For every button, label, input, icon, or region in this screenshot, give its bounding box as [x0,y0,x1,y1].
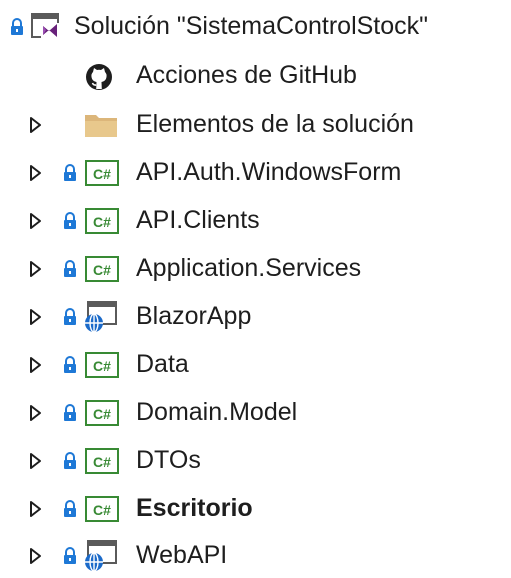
lock-icon [62,307,78,327]
solution-label: Solución "SistemaControlStock" [74,12,429,40]
tree-item-label: WebAPI [136,541,228,569]
tree-item-project[interactable]: C# DTOs [0,439,511,483]
tree-item-project[interactable]: C# API.Auth.WindowsForm [0,151,511,195]
expand-chevron-icon[interactable] [28,115,44,135]
folder-icon [84,112,118,143]
lock-icon [9,17,25,37]
expand-chevron-icon[interactable] [28,451,44,471]
tree-item-project[interactable]: C# Data [0,343,511,387]
tree-item-label: DTOs [136,446,201,474]
tree-item-project[interactable]: C# Domain.Model [0,391,511,435]
tree-item-label: API.Clients [136,206,260,234]
svg-text:C#: C# [93,406,111,422]
expand-chevron-icon[interactable] [28,259,44,279]
expand-chevron-icon[interactable] [28,163,44,183]
tree-item-label: BlazorApp [136,302,252,330]
csharp-project-icon: C# [85,448,119,479]
web-project-icon [82,540,118,577]
tree-item-label: Elementos de la solución [136,110,414,138]
svg-text:C#: C# [93,166,111,182]
tree-item-project[interactable]: BlazorApp [0,295,511,339]
csharp-project-icon: C# [85,160,119,191]
expand-chevron-icon[interactable] [28,355,44,375]
github-icon [84,62,114,97]
tree-item-label: Escritorio [136,494,253,522]
tree-item-github-actions[interactable]: Acciones de GitHub [0,54,511,98]
csharp-project-icon: C# [85,496,119,527]
svg-text:C#: C# [93,502,111,518]
tree-item-label: Acciones de GitHub [136,61,357,89]
svg-text:C#: C# [93,454,111,470]
expand-chevron-icon[interactable] [28,307,44,327]
tree-item-solution-items[interactable]: Elementos de la solución [0,103,511,147]
csharp-project-icon: C# [85,400,119,431]
lock-icon [62,211,78,231]
svg-text:C#: C# [93,214,111,230]
web-project-icon [82,301,118,338]
visual-studio-solution-icon [31,12,61,45]
lock-icon [62,259,78,279]
lock-icon [62,403,78,423]
expand-chevron-icon[interactable] [28,499,44,519]
svg-text:C#: C# [93,262,111,278]
tree-item-label: Data [136,350,189,378]
csharp-project-icon: C# [85,256,119,287]
expand-chevron-icon[interactable] [28,211,44,231]
tree-item-label: Domain.Model [136,398,298,426]
tree-item-project[interactable]: C# API.Clients [0,199,511,243]
tree-item-project[interactable]: WebAPI [0,534,511,578]
lock-icon [62,355,78,375]
tree-item-label: API.Auth.WindowsForm [136,158,402,186]
tree-item-startup-project[interactable]: C# Escritorio [0,487,511,531]
svg-text:C#: C# [93,358,111,374]
lock-icon [62,546,78,566]
expand-chevron-icon[interactable] [28,546,44,566]
csharp-project-icon: C# [85,352,119,383]
solution-row[interactable]: Solución "SistemaControlStock" [0,5,511,49]
csharp-project-icon: C# [85,208,119,239]
expand-chevron-icon[interactable] [28,403,44,423]
lock-icon [62,499,78,519]
solution-explorer-tree: Solución "SistemaControlStock" Acciones … [0,0,511,573]
lock-icon [62,163,78,183]
tree-item-label: Application.Services [136,254,362,282]
lock-icon [62,451,78,471]
tree-item-project[interactable]: C# Application.Services [0,247,511,291]
